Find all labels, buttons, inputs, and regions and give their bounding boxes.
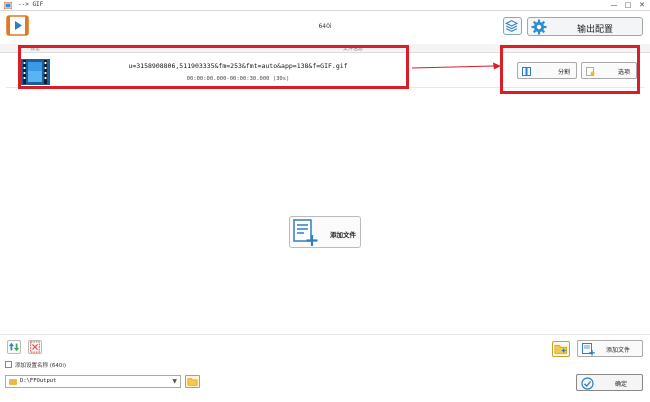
clear-list-button[interactable] <box>28 340 42 354</box>
output-path-select[interactable]: D:\FFOutput ▼ <box>5 375 181 388</box>
bottom-bar: 添加文件 添加设置名称 (640i) D:\FFOutput ▼ 确定 <box>0 334 650 402</box>
open-folder-icon <box>187 378 198 386</box>
ok-button[interactable]: 确定 <box>576 374 643 391</box>
split-icon <box>522 67 531 76</box>
window-title: --> GIF <box>18 1 44 8</box>
move-button[interactable] <box>7 340 21 354</box>
add-file-small-icon <box>582 343 595 356</box>
split-label: 分割 <box>557 69 570 76</box>
maximize-button[interactable]: □ <box>622 0 634 11</box>
close-button[interactable]: ✕ <box>636 0 648 11</box>
output-path-value: D:\FFOutput <box>20 378 57 384</box>
add-file-icon <box>293 219 318 246</box>
ok-label: 确定 <box>615 381 628 388</box>
file-time-range: 00:00:00.000-00:00:30.000 (30s) <box>186 76 290 82</box>
options-button[interactable]: 选项 <box>581 62 637 79</box>
gear-icon <box>531 19 547 35</box>
add-setting-name-label: 添加设置名称 (640i) <box>15 363 67 369</box>
app-logo-icon <box>4 2 12 9</box>
file-list: 预览 文件信息 u=3158908806,511903335&fm=253&fm… <box>0 44 650 334</box>
list-header: 预览 文件信息 <box>0 44 650 53</box>
clear-icon <box>30 341 40 353</box>
sort-arrows-icon <box>8 342 20 352</box>
video-convert-icon[interactable] <box>6 15 29 36</box>
add-setting-name-checkbox[interactable] <box>5 361 12 368</box>
browse-folder-button[interactable] <box>185 375 200 388</box>
layers-button[interactable] <box>503 17 522 35</box>
title-bar: --> GIF — □ ✕ <box>0 0 650 11</box>
check-circle-icon <box>581 377 594 390</box>
layers-icon <box>505 20 519 32</box>
column-preview: 预览 <box>30 46 41 52</box>
options-icon <box>586 67 595 76</box>
film-thumbnail-icon <box>20 59 50 85</box>
options-label: 选项 <box>617 69 630 76</box>
folder-icon <box>9 379 17 385</box>
split-button[interactable]: 分割 <box>517 62 577 79</box>
chevron-down-icon: ▼ <box>172 378 177 385</box>
add-folder-icon <box>554 345 568 354</box>
column-file-info: 文件信息 <box>343 46 364 52</box>
toolbar: 640i 输出配置 <box>0 11 650 44</box>
output-config-button[interactable]: 输出配置 <box>527 17 643 36</box>
add-folder-button[interactable] <box>552 341 570 357</box>
add-file-label: 添加文件 <box>606 347 631 354</box>
file-name: u=3158908806,511903335&fm=253&fmt=auto&a… <box>128 62 348 70</box>
add-file-center-button[interactable]: 添加文件 <box>289 216 361 248</box>
minimize-button[interactable]: — <box>608 0 620 11</box>
add-file-center-label: 添加文件 <box>330 231 356 239</box>
output-config-label: 输出配置 <box>576 25 613 35</box>
add-file-button[interactable]: 添加文件 <box>577 340 643 357</box>
